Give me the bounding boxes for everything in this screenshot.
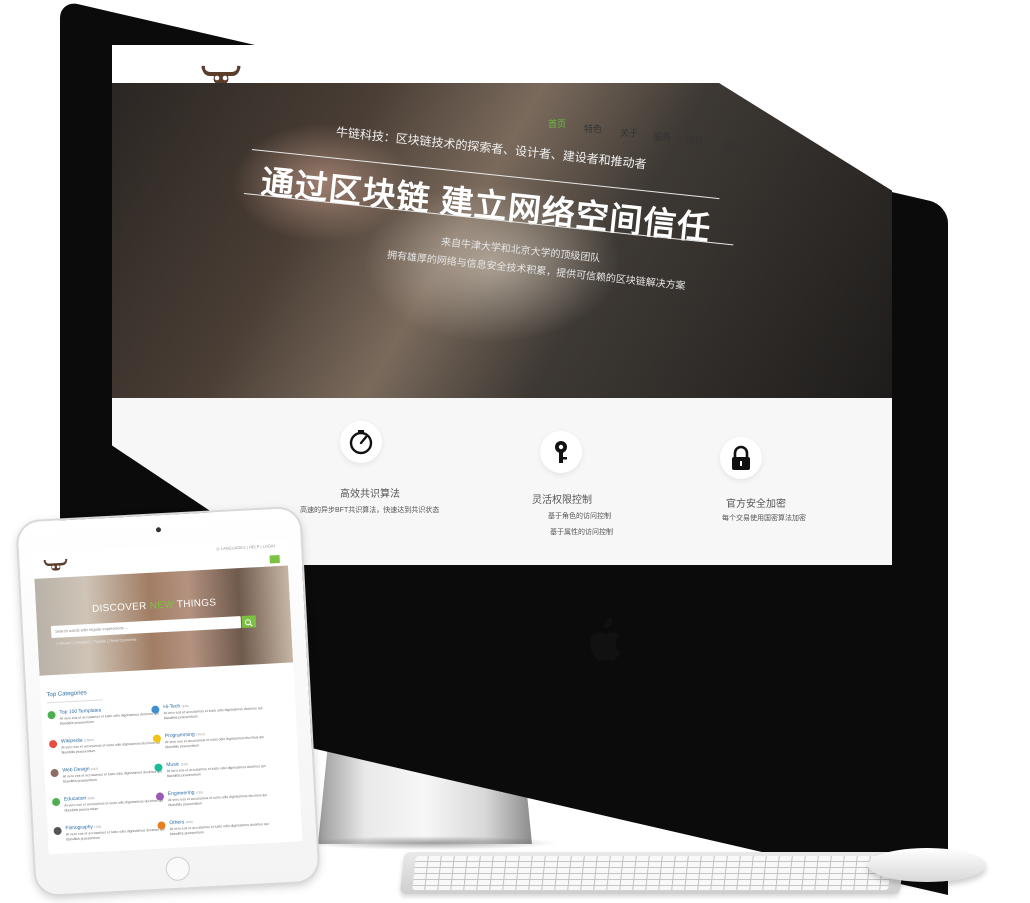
key-icon xyxy=(555,441,567,463)
nav-item-team[interactable]: 团队 xyxy=(686,134,704,147)
feature-icon-wrap xyxy=(340,421,382,463)
ipad-site-logo[interactable] xyxy=(41,557,70,574)
lock-icon xyxy=(732,445,750,470)
ipad-menu-button[interactable] xyxy=(269,554,280,564)
ipad-screen: ◎ LANGUAGES | HELP | LOGIN DISCOVER NEW … xyxy=(33,539,303,855)
category-item[interactable]: Filmography (156) At vero eos et accusamu… xyxy=(53,820,165,852)
category-count: (256) xyxy=(185,819,193,825)
category-item[interactable]: Top 100 Templates At vero eos et accusam… xyxy=(47,705,159,737)
search-icon xyxy=(244,619,253,627)
category-name[interactable]: Music (103) xyxy=(166,761,188,768)
site-header xyxy=(112,45,892,86)
category-icon xyxy=(50,768,59,778)
category-count: (759) xyxy=(195,790,203,795)
nav-item-services[interactable]: 服务 xyxy=(653,130,671,143)
category-item[interactable]: Others (256) At vero eos et accusamus et … xyxy=(157,815,269,847)
category-count: (103) xyxy=(180,762,188,767)
feature-title: 灵活权限控制 xyxy=(532,495,592,506)
category-count: (536) xyxy=(87,795,95,801)
category-item[interactable]: Wikipedia (13837) At vero eos et accusamu… xyxy=(48,734,160,766)
imac-stand-shadow xyxy=(300,836,560,850)
mouse xyxy=(868,848,986,882)
ipad-home-button[interactable] xyxy=(165,856,191,882)
category-icon xyxy=(48,739,58,749)
speedometer-icon xyxy=(349,430,373,455)
category-count: (442) xyxy=(90,766,99,772)
ipad-top-links[interactable]: ◎ LANGUAGES | HELP | LOGIN xyxy=(216,543,275,551)
category-icon xyxy=(155,792,165,801)
feature-title: 官方安全加密 xyxy=(726,499,786,510)
nav-item-about[interactable]: 关于 xyxy=(620,126,638,139)
keyboard-keys xyxy=(412,856,892,890)
category-count: (326) xyxy=(181,703,189,709)
ipad-search-placeholder: Search words with regular expressions ..… xyxy=(55,624,129,634)
nav-item-contact[interactable]: 联系 xyxy=(724,139,742,152)
category-item[interactable]: Education (536) At vero eos et accusamus … xyxy=(51,791,163,823)
category-item[interactable]: Hi-Tech (326) At vero eos et accusamus et… xyxy=(151,699,263,731)
category-icon xyxy=(51,797,61,807)
category-icon xyxy=(53,826,62,836)
category-item[interactable]: Programming (4010) At vero eos et accusam… xyxy=(152,728,264,760)
nav-item-features[interactable]: 特色 xyxy=(584,122,602,135)
nav-item-home[interactable]: 首页 xyxy=(548,117,566,130)
category-icon xyxy=(152,734,162,743)
apple-logo-icon xyxy=(590,618,620,661)
feature-icon-wrap xyxy=(540,431,582,473)
ipad-categories-divider xyxy=(46,699,103,704)
feature-title: 高效共识算法 xyxy=(340,489,400,500)
feature-desc: 基于角色的访问控制 xyxy=(548,513,611,520)
feature-desc: 基于属性的访问控制 xyxy=(550,529,613,536)
category-item[interactable]: Music (103) At vero eos et accusamus et i… xyxy=(154,757,266,789)
feature-desc: 高速的异步BFT共识算法，快速达到共识状态 xyxy=(300,507,440,514)
keyboard xyxy=(399,852,905,894)
category-count: (4010) xyxy=(196,732,205,737)
category-name[interactable]: Others (256) xyxy=(169,819,193,826)
feature-icon-wrap xyxy=(720,437,762,479)
category-icon xyxy=(151,705,160,714)
category-icon xyxy=(157,821,166,830)
category-count: (13837) xyxy=(83,737,95,743)
category-icon xyxy=(47,710,56,720)
ipad-search-button[interactable] xyxy=(241,615,257,629)
ipad-camera xyxy=(155,527,162,533)
category-count: (156) xyxy=(94,824,102,830)
category-item[interactable]: Web Design (442) At vero eos et accusamus… xyxy=(50,762,162,794)
category-icon xyxy=(154,763,163,772)
ipad: ◎ LANGUAGES | HELP | LOGIN DISCOVER NEW … xyxy=(17,507,319,896)
feature-desc: 每个交易使用国密算法加密 xyxy=(722,515,806,522)
imac-screen: 首页 特色 关于 服务 团队 联系 牛链科技：区块链技术的探索者、设计者、建设者… xyxy=(112,45,892,565)
category-item[interactable]: Engineering (759) At vero eos et accusamu… xyxy=(155,786,267,818)
ipad-categories-title: Top Categories xyxy=(46,690,87,699)
